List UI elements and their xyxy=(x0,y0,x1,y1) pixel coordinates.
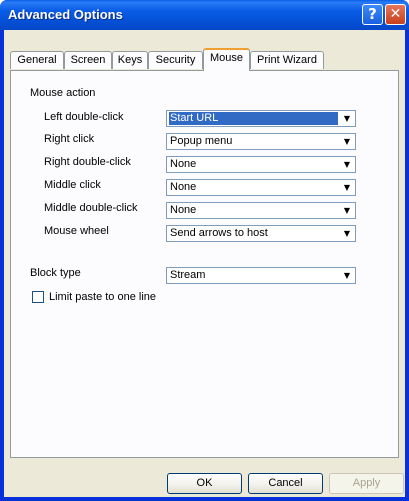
chevron-down-icon[interactable]: ▼ xyxy=(339,111,355,126)
tab-general[interactable]: General xyxy=(10,51,64,69)
mouse-tab-panel: Mouse action Left double-click Start URL… xyxy=(10,70,399,458)
tab-keys[interactable]: Keys xyxy=(112,51,148,69)
help-button[interactable]: ? xyxy=(362,4,383,25)
help-icon: ? xyxy=(368,5,377,23)
advanced-options-window: Advanced Options ? ✕ General Screen Keys… xyxy=(0,0,409,501)
chevron-down-icon[interactable]: ▼ xyxy=(339,268,355,283)
left-double-click-label: Left double-click xyxy=(44,111,124,123)
window-title: Advanced Options xyxy=(8,7,123,22)
tab-security[interactable]: Security xyxy=(148,51,203,69)
middle-double-click-dropdown[interactable]: None ▼ xyxy=(166,202,356,219)
mouse-wheel-dropdown[interactable]: Send arrows to host ▼ xyxy=(166,225,356,242)
middle-click-label: Middle click xyxy=(44,179,101,191)
apply-button[interactable]: Apply xyxy=(329,473,404,494)
right-click-dropdown[interactable]: Popup menu ▼ xyxy=(166,133,356,150)
chevron-down-icon[interactable]: ▼ xyxy=(339,203,355,218)
close-button[interactable]: ✕ xyxy=(385,4,406,25)
chevron-down-icon[interactable]: ▼ xyxy=(339,180,355,195)
limit-paste-label[interactable]: Limit paste to one line xyxy=(49,291,156,303)
right-click-label: Right click xyxy=(44,133,95,145)
close-icon: ✕ xyxy=(389,6,402,22)
block-type-label: Block type xyxy=(30,267,81,279)
dialog-client-area: General Screen Keys Security Mouse Print… xyxy=(4,30,405,497)
middle-click-dropdown[interactable]: None ▼ xyxy=(166,179,356,196)
mouse-wheel-label: Mouse wheel xyxy=(44,225,109,237)
block-type-dropdown[interactable]: Stream ▼ xyxy=(166,267,356,284)
chevron-down-icon[interactable]: ▼ xyxy=(339,134,355,149)
tab-print-wizard[interactable]: Print Wizard xyxy=(250,51,324,69)
chevron-down-icon[interactable]: ▼ xyxy=(339,226,355,241)
limit-paste-checkbox[interactable] xyxy=(32,291,44,303)
title-bar[interactable]: Advanced Options ? ✕ xyxy=(0,0,409,30)
cancel-button[interactable]: Cancel xyxy=(248,473,323,494)
tab-mouse[interactable]: Mouse xyxy=(203,48,250,71)
left-double-click-dropdown[interactable]: Start URL ▼ xyxy=(166,110,356,127)
ok-button[interactable]: OK xyxy=(167,473,242,494)
right-double-click-label: Right double-click xyxy=(44,156,131,168)
middle-double-click-label: Middle double-click xyxy=(44,202,138,214)
chevron-down-icon[interactable]: ▼ xyxy=(339,157,355,172)
right-double-click-dropdown[interactable]: None ▼ xyxy=(166,156,356,173)
mouse-action-heading: Mouse action xyxy=(30,87,96,99)
tab-screen[interactable]: Screen xyxy=(64,51,112,69)
